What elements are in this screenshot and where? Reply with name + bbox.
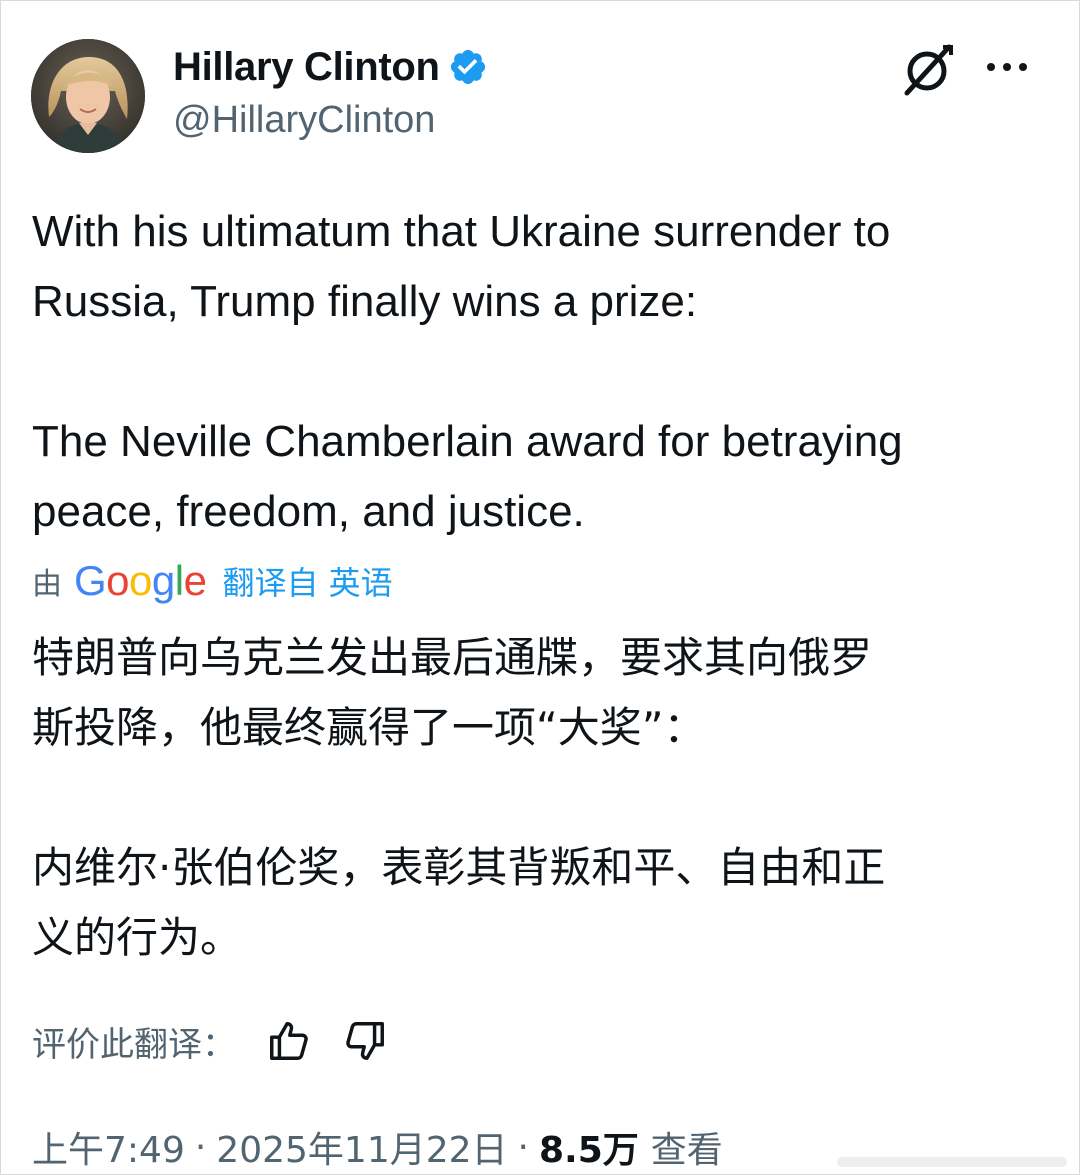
- google-logo: Google: [74, 557, 207, 604]
- watermark-decoration: [837, 1157, 1067, 1167]
- tweet-meta: 上午7:49 · 2025年11月22日 · 8.5万 查看: [32, 1119, 723, 1174]
- author-handle[interactable]: @HillaryClinton: [173, 99, 435, 142]
- verified-badge-icon: [450, 49, 485, 85]
- google-logo-letter: e: [183, 557, 207, 604]
- rate-translation-label: 评价此翻译：: [32, 1024, 236, 1065]
- translated-from-english-link[interactable]: 翻译自 英语: [222, 558, 392, 604]
- more-options-icon[interactable]: [983, 57, 1031, 77]
- google-logo-letter: G: [74, 557, 107, 604]
- tweet-date[interactable]: 2025年11月22日: [216, 1121, 507, 1173]
- translation-by-prefix: 由: [32, 567, 62, 602]
- meta-separator: ·: [194, 1126, 207, 1168]
- google-logo-letter: g: [151, 557, 175, 604]
- meta-separator: ·: [517, 1126, 529, 1168]
- thumbs-down-icon[interactable]: [342, 1018, 388, 1064]
- translated-text: 特朗普向乌克兰发出最后通牒，要求其向俄罗 斯投降，他最终赢得了一项“大奖”： 内…: [32, 633, 886, 962]
- tweet-card: Hillary Clinton @HillaryClinton With his…: [0, 0, 1080, 1175]
- rate-translation-row: 评价此翻译：: [32, 1013, 418, 1069]
- tweet-text: With his ultimatum that Ukraine surrende…: [32, 207, 903, 536]
- thumbs-up-icon[interactable]: [266, 1018, 312, 1064]
- avatar-image: [31, 39, 145, 153]
- author-name-row[interactable]: Hillary Clinton: [173, 41, 488, 93]
- google-logo-letter: o: [106, 557, 130, 604]
- google-logo-letter: o: [129, 557, 152, 604]
- views-count: 8.5万: [539, 1130, 639, 1171]
- avatar[interactable]: [31, 39, 145, 153]
- author-display-name[interactable]: Hillary Clinton: [173, 45, 440, 90]
- tweet-time[interactable]: 上午7:49: [32, 1121, 185, 1173]
- views-label: 查看: [650, 1130, 723, 1171]
- grok-icon[interactable]: [899, 41, 959, 97]
- translation-attribution: 由 Google 翻译自 英语: [32, 553, 393, 609]
- google-logo-letter: l: [174, 557, 184, 604]
